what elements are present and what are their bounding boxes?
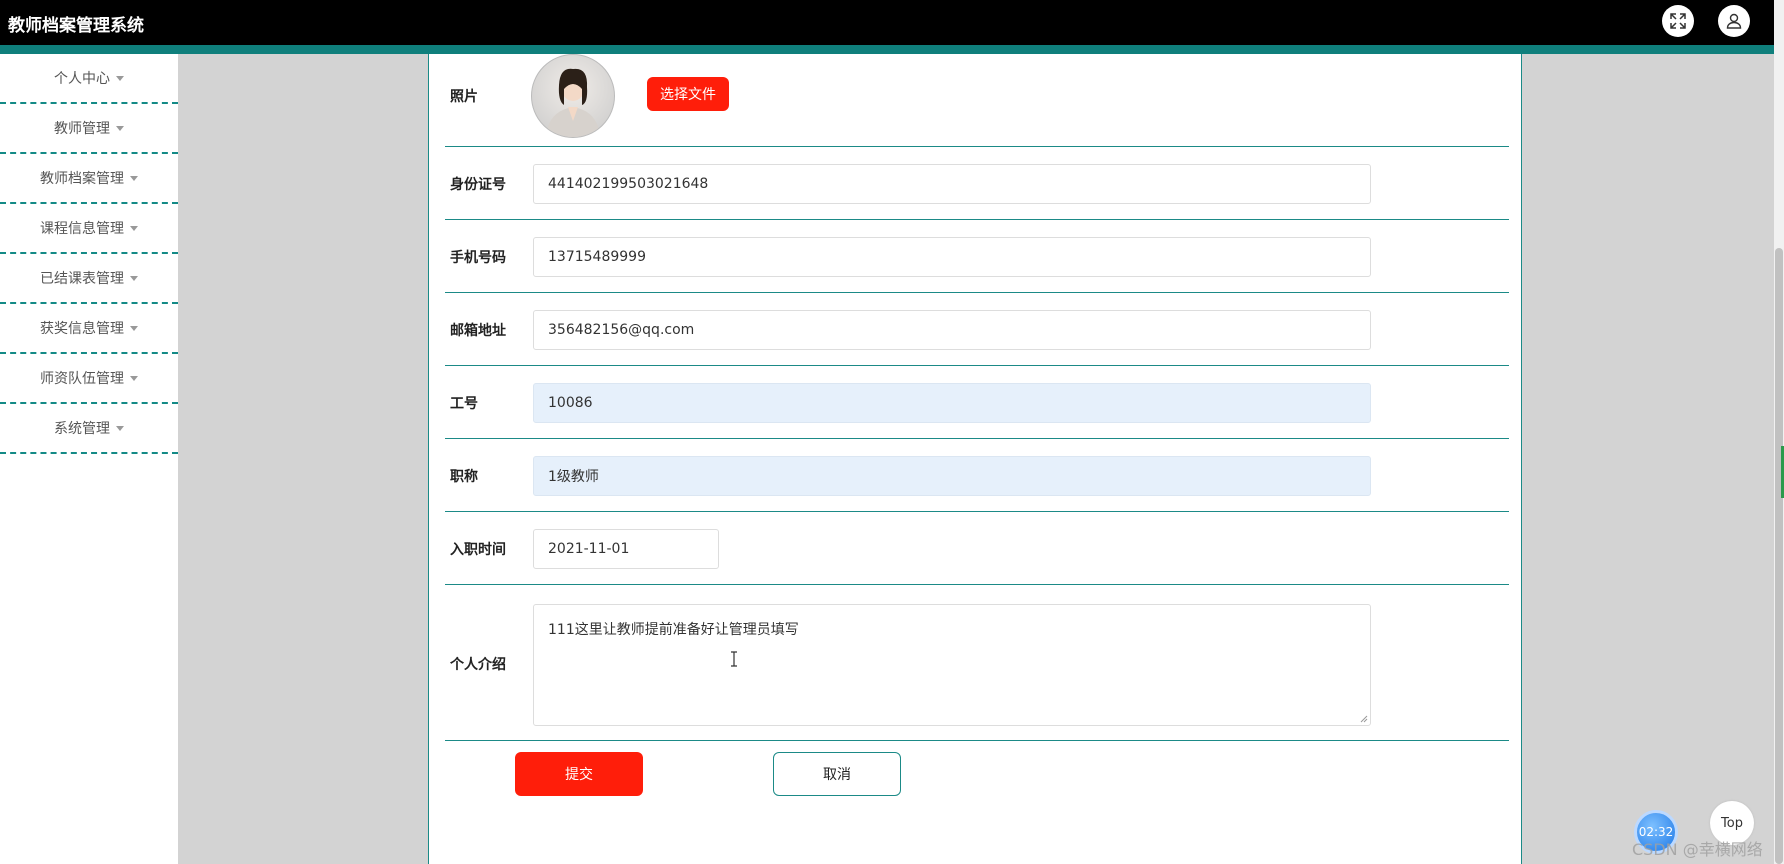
form-row-email: 邮箱地址 356482156@qq.com [445, 292, 1509, 366]
fullscreen-icon [1670, 13, 1686, 29]
form-row-phone: 手机号码 13715489999 [445, 219, 1509, 293]
cancel-button[interactable]: 取消 [773, 752, 901, 796]
sidebar: 个人中心 教师管理 教师档案管理 课程信息管理 已结课表管理 获奖信息管理 师资… [0, 54, 178, 864]
fullscreen-button[interactable] [1662, 5, 1694, 37]
form-row-photo: 照片 选择文件 [445, 54, 1509, 147]
title-label: 职称 [450, 469, 478, 485]
sidebar-item-system-management[interactable]: 系统管理 [0, 404, 178, 454]
page-scrollbar[interactable] [1774, 0, 1784, 864]
sidebar-item-label: 课程信息管理 [40, 221, 124, 237]
caret-down-icon [130, 225, 138, 231]
caret-down-icon [130, 175, 138, 181]
phone-input[interactable]: 13715489999 [533, 237, 1371, 277]
choose-file-button[interactable]: 选择文件 [647, 77, 729, 111]
photo-label: 照片 [450, 89, 478, 105]
caret-down-icon [116, 125, 124, 131]
form-row-title: 职称 1级教师 [445, 438, 1509, 512]
sidebar-item-teacher-management[interactable]: 教师管理 [0, 104, 178, 154]
sidebar-item-finished-schedule-management[interactable]: 已结课表管理 [0, 254, 178, 304]
portrait-image [546, 68, 600, 137]
sidebar-item-label: 已结课表管理 [40, 271, 124, 287]
caret-down-icon [116, 75, 124, 81]
avatar [531, 54, 615, 138]
form-row-staff-number: 工号 10086 [445, 365, 1509, 439]
form-row-hire-date: 入职时间 2021-11-01 [445, 511, 1509, 585]
sidebar-item-label: 师资队伍管理 [40, 371, 124, 387]
sidebar-item-label: 教师管理 [54, 121, 110, 137]
email-input[interactable]: 356482156@qq.com [533, 310, 1371, 350]
caret-down-icon [130, 325, 138, 331]
caret-down-icon [130, 375, 138, 381]
hire-date-label: 入职时间 [450, 542, 506, 558]
title-field: 1级教师 [533, 456, 1371, 496]
sidebar-item-teacher-archive-management[interactable]: 教师档案管理 [0, 154, 178, 204]
app-title: 教师档案管理系统 [8, 16, 144, 36]
email-label: 邮箱地址 [450, 323, 506, 339]
text-cursor-icon [730, 651, 738, 671]
sidebar-item-label: 个人中心 [54, 71, 110, 87]
resize-grip-icon[interactable] [1360, 715, 1368, 723]
id-card-label: 身份证号 [450, 177, 506, 193]
sidebar-item-faculty-team-management[interactable]: 师资队伍管理 [0, 354, 178, 404]
staff-number-field: 10086 [533, 383, 1371, 423]
user-button[interactable] [1718, 5, 1750, 37]
sidebar-item-label: 获奖信息管理 [40, 321, 124, 337]
profile-form-card: 照片 选择文件 身份证号 441402199503021648 手机号码 137… [428, 54, 1522, 864]
sidebar-item-award-info-management[interactable]: 获奖信息管理 [0, 304, 178, 354]
hire-date-picker[interactable]: 2021-11-01 [533, 529, 719, 569]
form-row-id-card: 身份证号 441402199503021648 [445, 146, 1509, 220]
intro-textarea[interactable]: 111这里让教师提前准备好让管理员填写 [533, 604, 1371, 726]
sidebar-item-personal-center[interactable]: 个人中心 [0, 54, 178, 104]
intro-text: 111这里让教师提前准备好让管理员填写 [548, 622, 799, 638]
staff-number-label: 工号 [450, 396, 478, 412]
intro-label: 个人介绍 [450, 657, 506, 673]
sidebar-item-course-info-management[interactable]: 课程信息管理 [0, 204, 178, 254]
submit-button[interactable]: 提交 [515, 752, 643, 796]
header-accent-band [0, 45, 1784, 54]
top-header: 教师档案管理系统 [0, 0, 1784, 45]
id-card-input[interactable]: 441402199503021648 [533, 164, 1371, 204]
scrollbar-thumb[interactable] [1775, 248, 1783, 864]
sidebar-item-label: 教师档案管理 [40, 171, 124, 187]
caret-down-icon [130, 275, 138, 281]
user-icon [1726, 13, 1742, 29]
caret-down-icon [116, 425, 124, 431]
watermark: CSDN @幸横网络 [1632, 840, 1763, 859]
form-row-intro: 个人介绍 111这里让教师提前准备好让管理员填写 [445, 584, 1509, 741]
sidebar-item-label: 系统管理 [54, 421, 110, 437]
phone-label: 手机号码 [450, 250, 506, 266]
